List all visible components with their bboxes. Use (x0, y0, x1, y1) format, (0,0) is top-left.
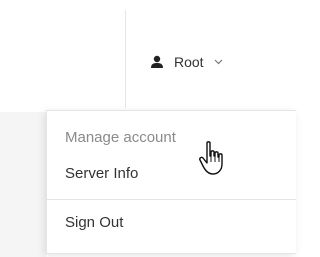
menu-item-server-info[interactable]: Server Info (65, 165, 138, 182)
user-icon (151, 55, 163, 68)
user-dropdown-menu: Manage account Server Info Sign Out (46, 110, 296, 254)
chevron-down-icon (214, 59, 223, 65)
page: Root Manage account Server Info Sign Out (0, 0, 296, 257)
menu-separator (47, 199, 296, 200)
hand-pointer-icon (199, 141, 223, 175)
header-divider (125, 10, 126, 108)
background-panel (0, 112, 46, 257)
username-label: Root (174, 54, 204, 70)
user-menu-toggle[interactable]: Root (150, 50, 223, 74)
menu-item-manage-account[interactable]: Manage account (65, 129, 176, 146)
menu-item-sign-out[interactable]: Sign Out (65, 214, 123, 231)
